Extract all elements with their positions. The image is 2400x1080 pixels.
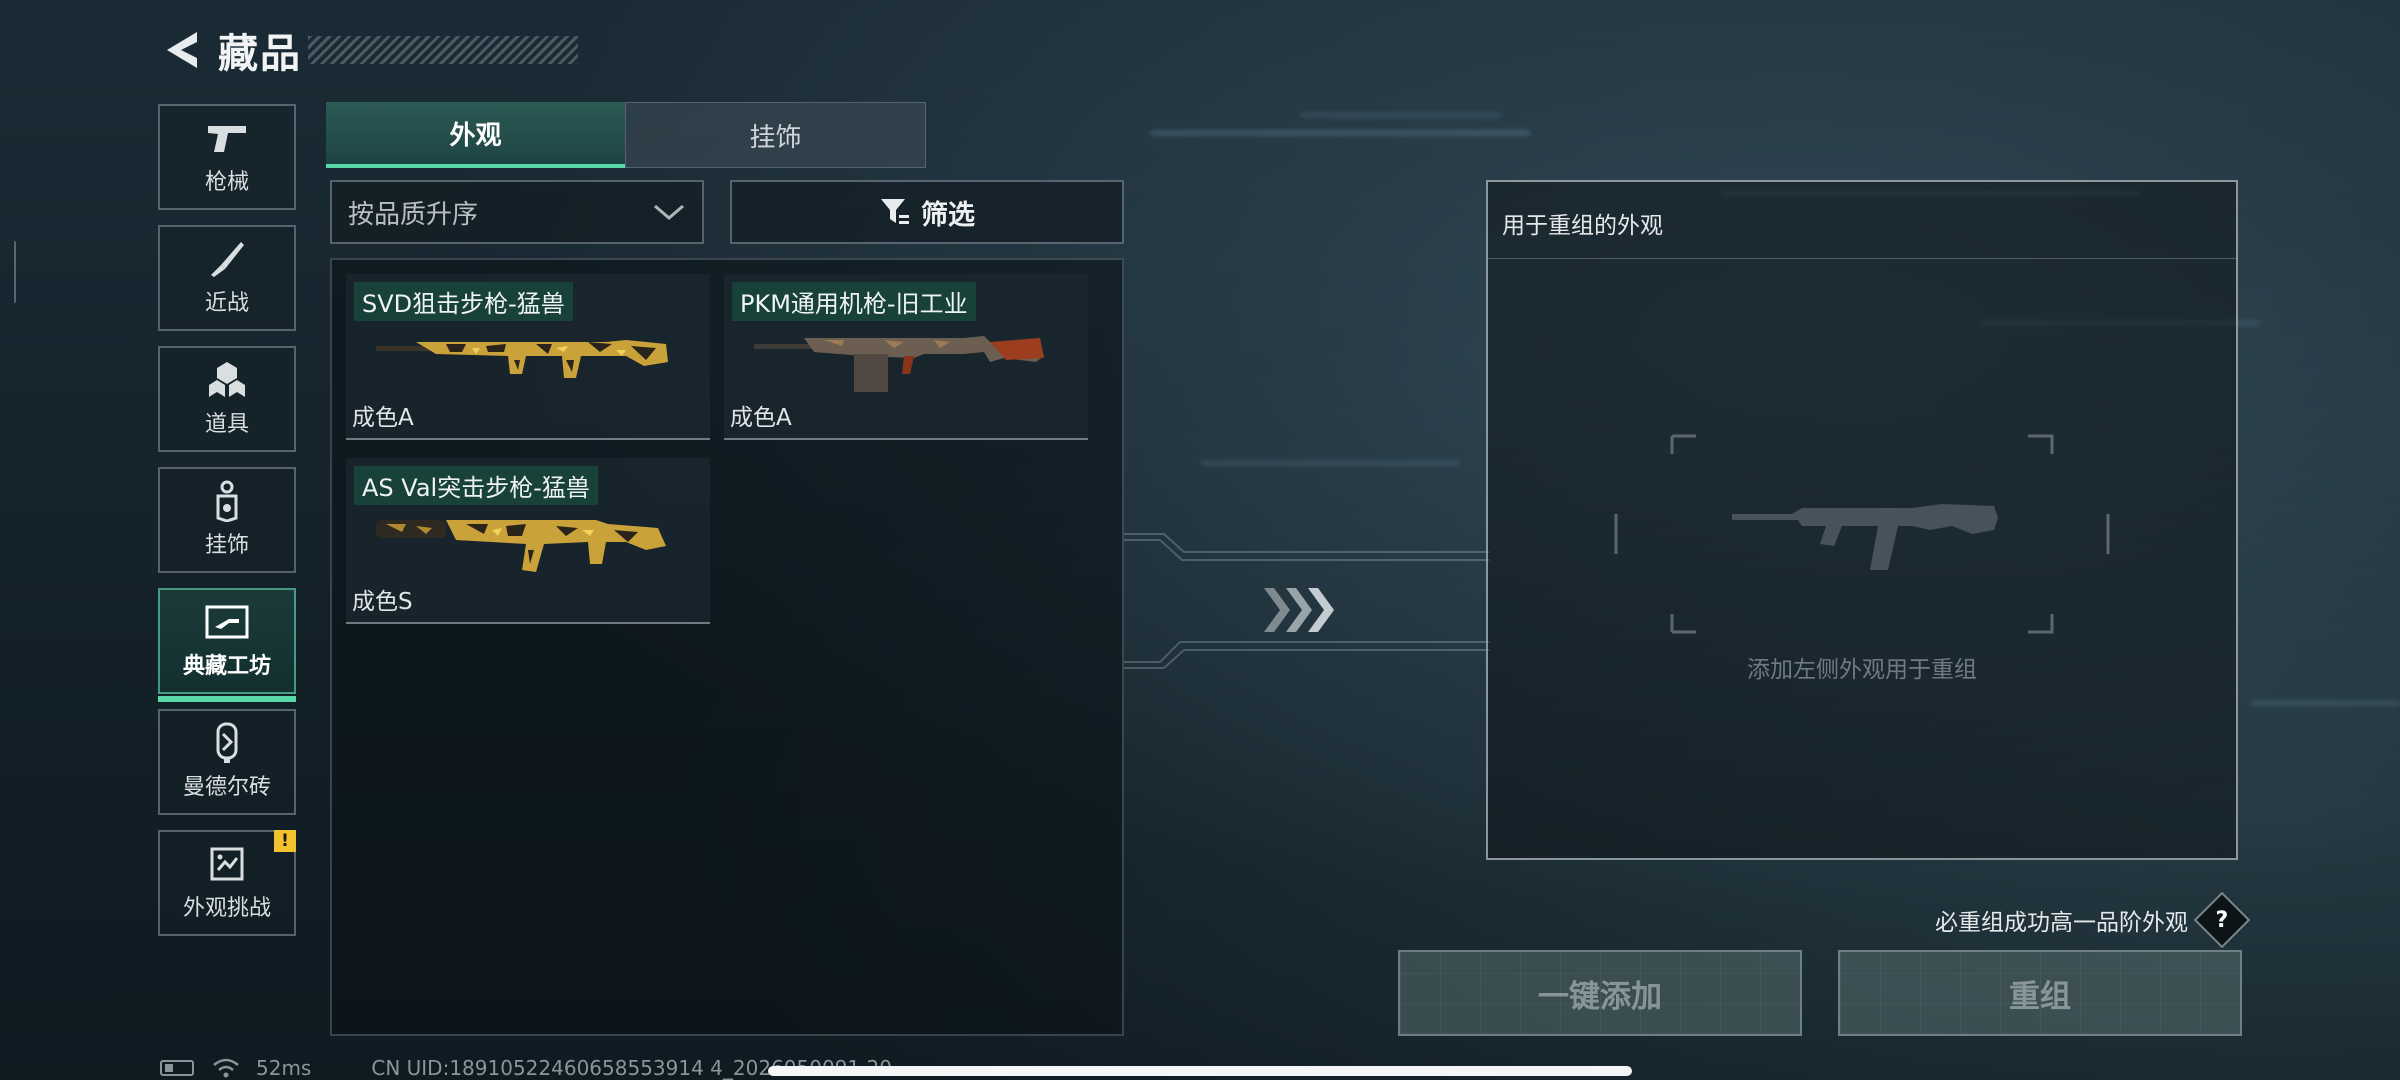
guarantee-row: 必重组成功高一品阶外观 ? (1935, 891, 2251, 949)
rail-bracket-decoration (0, 222, 16, 322)
skin-list: SVD狙击步枪-猛兽 成色A PKM通用机枪-旧工业 成色A AS Val突击步… (330, 258, 1124, 1036)
sidebar-item-mandel-brick[interactable]: 曼德尔砖 (158, 709, 296, 815)
page-title: 藏品 (218, 31, 302, 77)
tab-bar: 外观 挂饰 (326, 102, 926, 168)
sidebar-item-charms[interactable]: 挂饰 (158, 467, 296, 573)
skin-card[interactable]: SVD狙击步枪-猛兽 成色A (346, 274, 710, 440)
background-streak (2250, 700, 2400, 706)
recombine-panel-title: 用于重组的外观 (1502, 213, 1663, 239)
skin-grade: 成色A (730, 405, 792, 431)
sidebar-item-label: 曼德尔砖 (182, 775, 271, 800)
sidebar-item-guns[interactable]: 枪械 (158, 104, 296, 210)
sidebar-item-label: 道具 (204, 412, 249, 437)
sidebar-item-label: 近战 (204, 291, 249, 316)
background-streak (1150, 130, 1530, 136)
sidebar-item-melee[interactable]: 近战 (158, 225, 296, 331)
chevron-down-icon (654, 204, 684, 220)
sidebar-item-label: 外观挑战 (182, 896, 271, 921)
filter-button[interactable]: 筛选 (730, 180, 1124, 244)
add-all-button[interactable]: 一键添加 (1398, 950, 1802, 1036)
sidebar-item-label: 枪械 (204, 170, 249, 195)
back-button[interactable] (158, 25, 204, 75)
sidebar-item-workshop[interactable]: 典藏工坊 (158, 588, 296, 702)
sidebar-item-items[interactable]: 道具 (158, 346, 296, 452)
recombine-button-label: 重组 (2009, 978, 2071, 1015)
divider (1488, 258, 2236, 259)
skin-name: PKM通用机枪-旧工业 (732, 282, 976, 321)
skin-name: AS Val突击步枪-猛兽 (354, 466, 598, 505)
sidebar-item-appearance-challenge[interactable]: ! 外观挑战 (158, 830, 296, 936)
battery-icon (160, 1060, 194, 1076)
rifle-yellow-camo-icon (376, 520, 666, 572)
skin-card[interactable]: PKM通用机枪-旧工业 成色A (724, 274, 1088, 440)
ping-value: 52ms (256, 1056, 312, 1080)
workshop-icon (205, 602, 249, 642)
sidebar-item-label: 典藏工坊 (182, 654, 271, 679)
warning-badge: ! (274, 830, 296, 852)
items-icon (205, 360, 249, 400)
title-stripe-decoration (308, 36, 578, 64)
skin-card[interactable]: AS Val突击步枪-猛兽 成色S (346, 458, 710, 624)
pistol-icon (205, 118, 249, 158)
help-button[interactable]: ? (2193, 891, 2251, 949)
guarantee-text: 必重组成功高一品阶外观 (1935, 910, 2188, 936)
add-all-button-label: 一键添加 (1538, 978, 1662, 1015)
skin-grade: 成色A (352, 405, 414, 431)
back-arrow-icon (167, 32, 197, 68)
knife-icon (205, 239, 249, 279)
sort-dropdown-value: 按品质升序 (348, 199, 479, 230)
background-streak (1200, 460, 1460, 466)
filter-icon (881, 199, 909, 224)
filter-button-label: 筛选 (921, 199, 975, 231)
recombine-panel: 用于重组的外观 添加左侧外观用于重组 (1486, 180, 2238, 860)
wifi-icon (213, 1058, 239, 1078)
recombine-button[interactable]: 重组 (1838, 950, 2242, 1036)
machine-gun-rust-icon (754, 336, 1044, 392)
sidebar-item-label: 挂饰 (204, 533, 249, 558)
skin-grade: 成色S (352, 589, 413, 615)
tab-appearance[interactable]: 外观 (326, 102, 625, 168)
triple-chevron-right-icon (1264, 588, 1334, 632)
home-indicator[interactable] (768, 1066, 1632, 1076)
challenge-icon (205, 844, 249, 884)
empty-slot-frame[interactable] (1612, 434, 2112, 634)
recombine-hint: 添加左侧外观用于重组 (1747, 657, 1977, 683)
page-header: 藏品 (158, 22, 578, 78)
category-sidebar: 枪械 近战 道具 挂饰 典藏工坊 曼德尔砖 ! 外观挑战 (158, 104, 296, 951)
tab-charms[interactable]: 挂饰 (625, 102, 926, 168)
skin-name: SVD狙击步枪-猛兽 (354, 282, 573, 321)
rifle-yellow-camo-icon (376, 340, 668, 378)
charm-icon (205, 480, 249, 522)
rifle-silhouette-icon (1732, 504, 1998, 570)
question-mark-icon: ? (2215, 907, 2229, 933)
mandel-brick-icon (205, 722, 249, 763)
sort-dropdown[interactable]: 按品质升序 (330, 180, 704, 244)
background-streak (1300, 112, 1500, 118)
